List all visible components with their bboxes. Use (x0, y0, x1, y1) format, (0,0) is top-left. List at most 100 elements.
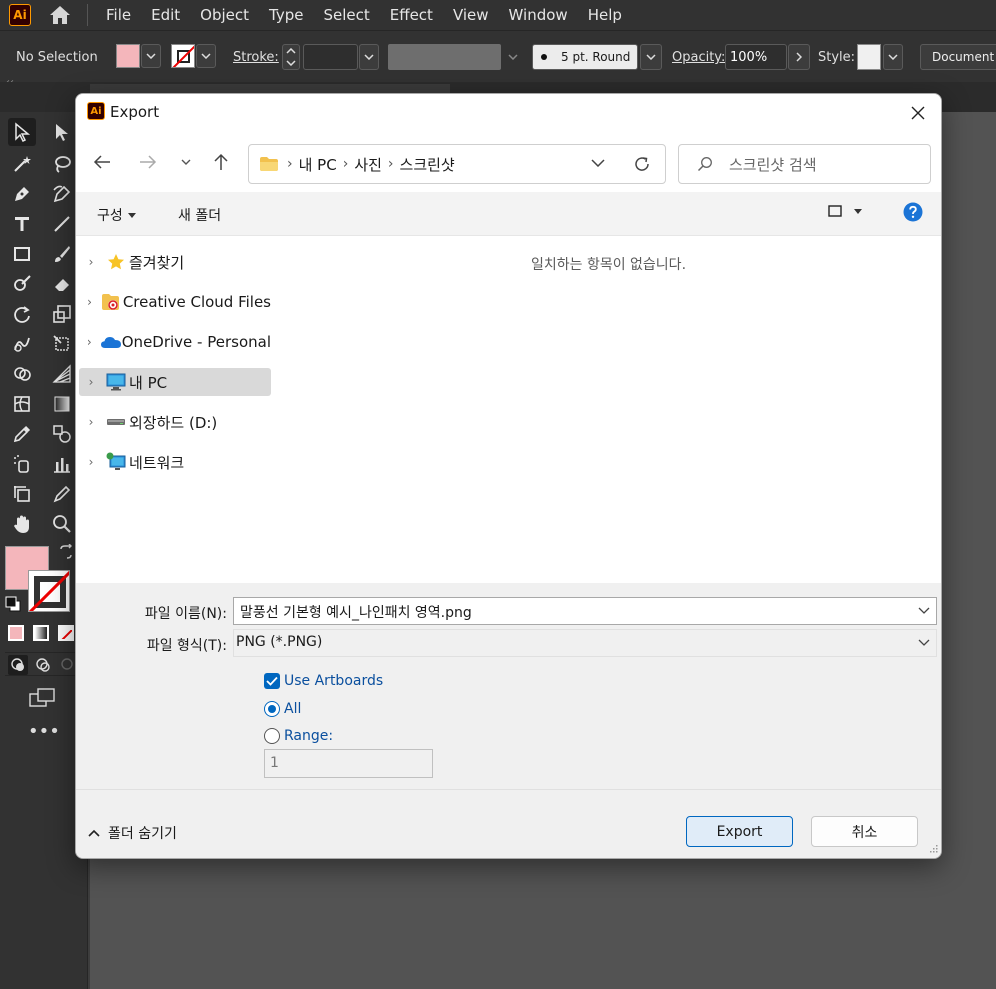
refresh-button[interactable] (633, 155, 651, 173)
nav-item-onedrive[interactable]: › OneDrive - Personal (79, 328, 271, 356)
chevron-right-icon[interactable]: › (79, 295, 100, 309)
range-input[interactable]: 1 (264, 749, 433, 778)
chevron-right-icon[interactable]: › (79, 455, 103, 469)
magic-wand-tool-icon[interactable] (8, 150, 36, 178)
nav-item-external-drive[interactable]: › 외장하드 (D:) (79, 408, 271, 436)
chevron-right-icon[interactable]: › (79, 375, 103, 389)
brush-definition[interactable]: 5 pt. Round (532, 44, 638, 70)
slice-tool-icon[interactable] (48, 480, 76, 508)
breadcrumb-screenshots[interactable]: 스크린샷 (400, 154, 455, 175)
home-icon[interactable] (45, 0, 75, 30)
file-name-dropdown[interactable] (918, 603, 930, 619)
shape-builder-tool-icon[interactable] (8, 360, 36, 388)
direct-selection-tool-icon[interactable] (48, 118, 76, 146)
change-screen-mode-icon[interactable] (28, 686, 56, 710)
fill-color-swatch[interactable] (116, 44, 140, 68)
variable-width-profile[interactable] (388, 44, 501, 70)
menu-object[interactable]: Object (190, 6, 259, 24)
shaper-tool-icon[interactable] (8, 270, 36, 298)
stroke-weight-stepper[interactable] (282, 44, 300, 70)
range-radio[interactable]: Range: (264, 728, 333, 744)
eraser-tool-icon[interactable] (48, 270, 76, 298)
address-history-dropdown[interactable] (591, 159, 605, 167)
all-radio[interactable]: All (264, 701, 301, 717)
perspective-grid-tool-icon[interactable] (48, 360, 76, 388)
swap-fill-stroke-icon[interactable] (58, 543, 74, 560)
menu-help[interactable]: Help (578, 6, 632, 24)
menu-select[interactable]: Select (313, 6, 379, 24)
gradient-mode-icon[interactable] (33, 625, 49, 641)
scale-tool-icon[interactable] (48, 300, 76, 328)
gradient-tool-icon[interactable] (48, 390, 76, 418)
edit-toolbar-icon[interactable]: ••• (28, 723, 60, 744)
back-button[interactable] (88, 148, 116, 176)
recent-locations-button[interactable] (172, 148, 200, 176)
lasso-tool-icon[interactable] (48, 150, 76, 178)
stroke-weight-input[interactable] (303, 44, 358, 70)
nav-item-creative-cloud-files[interactable]: › Creative Cloud Files (79, 288, 271, 316)
opacity-flyout[interactable] (788, 44, 810, 70)
address-bar[interactable]: › 내 PC › 사진 › 스크린샷 (248, 144, 666, 184)
nav-item-favorites[interactable]: › 즐겨찾기 (79, 248, 271, 276)
file-name-input[interactable]: 말풍선 기본형 예시_나인패치 영역.png (233, 597, 937, 625)
menu-view[interactable]: View (443, 6, 499, 24)
paintbrush-tool-icon[interactable] (48, 240, 76, 268)
graphic-style-swatch[interactable] (857, 44, 881, 70)
menu-edit[interactable]: Edit (141, 6, 190, 24)
rectangle-tool-icon[interactable] (8, 240, 36, 268)
use-artboards-checkbox[interactable]: Use Artboards (264, 673, 383, 689)
file-type-select[interactable]: PNG (*.PNG) (233, 629, 937, 657)
style-dropdown[interactable] (883, 44, 903, 70)
mesh-tool-icon[interactable] (8, 390, 36, 418)
menu-type[interactable]: Type (259, 6, 313, 24)
free-transform-tool-icon[interactable] (48, 330, 76, 358)
nav-item-network[interactable]: › 네트워크 (79, 448, 271, 476)
color-mode-icon[interactable] (8, 625, 24, 641)
fill-dropdown[interactable] (141, 44, 161, 68)
forward-button[interactable] (134, 148, 162, 176)
column-graph-tool-icon[interactable] (48, 450, 76, 478)
nav-item-this-pc[interactable]: › 내 PC (79, 368, 271, 396)
new-folder-button[interactable]: 새 폴더 (178, 205, 221, 225)
selection-tool-icon[interactable] (8, 118, 36, 146)
warp-tool-icon[interactable] (8, 330, 36, 358)
eyedropper-tool-icon[interactable] (8, 420, 36, 448)
cancel-button[interactable]: 취소 (811, 816, 918, 847)
close-button[interactable] (905, 100, 931, 126)
stroke-weight-dropdown[interactable] (359, 44, 379, 70)
stroke-color-box[interactable] (28, 570, 70, 612)
default-fill-stroke-icon[interactable] (5, 596, 21, 612)
organize-button[interactable]: 구성 (97, 205, 136, 225)
view-options-button[interactable] (828, 204, 862, 218)
line-segment-tool-icon[interactable] (48, 210, 76, 238)
symbol-sprayer-tool-icon[interactable] (8, 450, 36, 478)
type-tool-icon[interactable] (8, 210, 36, 238)
hide-folders-toggle[interactable]: 폴더 숨기기 (88, 823, 177, 843)
menu-effect[interactable]: Effect (380, 6, 443, 24)
document-setup-button[interactable]: Document S (920, 44, 996, 70)
breadcrumb-this-pc[interactable]: 내 PC (299, 154, 337, 175)
zoom-tool-icon[interactable] (48, 510, 76, 538)
resize-grip-icon[interactable] (928, 838, 938, 857)
pen-tool-icon[interactable] (8, 180, 36, 208)
opacity-label[interactable]: Opacity: (672, 50, 725, 65)
up-button[interactable] (207, 148, 235, 176)
help-button[interactable] (903, 202, 923, 226)
curvature-tool-icon[interactable] (48, 180, 76, 208)
chevron-right-icon[interactable]: › (79, 415, 103, 429)
stroke-label[interactable]: Stroke: (233, 50, 279, 65)
stroke-color-swatch[interactable] (171, 44, 195, 68)
chevron-right-icon[interactable]: › (79, 335, 100, 349)
none-mode-icon[interactable] (58, 625, 74, 641)
brush-dropdown[interactable] (640, 44, 662, 70)
hand-tool-icon[interactable] (8, 510, 36, 538)
file-list[interactable]: 일치하는 항목이 없습니다. (274, 236, 941, 583)
opacity-input[interactable]: 100% (725, 44, 787, 70)
profile-dropdown[interactable] (505, 44, 521, 70)
menu-window[interactable]: Window (499, 6, 578, 24)
rotate-tool-icon[interactable] (8, 300, 36, 328)
stroke-color-dropdown[interactable] (196, 44, 216, 68)
blend-tool-icon[interactable] (48, 420, 76, 448)
chevron-right-icon[interactable]: › (79, 255, 103, 269)
export-button[interactable]: Export (686, 816, 793, 847)
